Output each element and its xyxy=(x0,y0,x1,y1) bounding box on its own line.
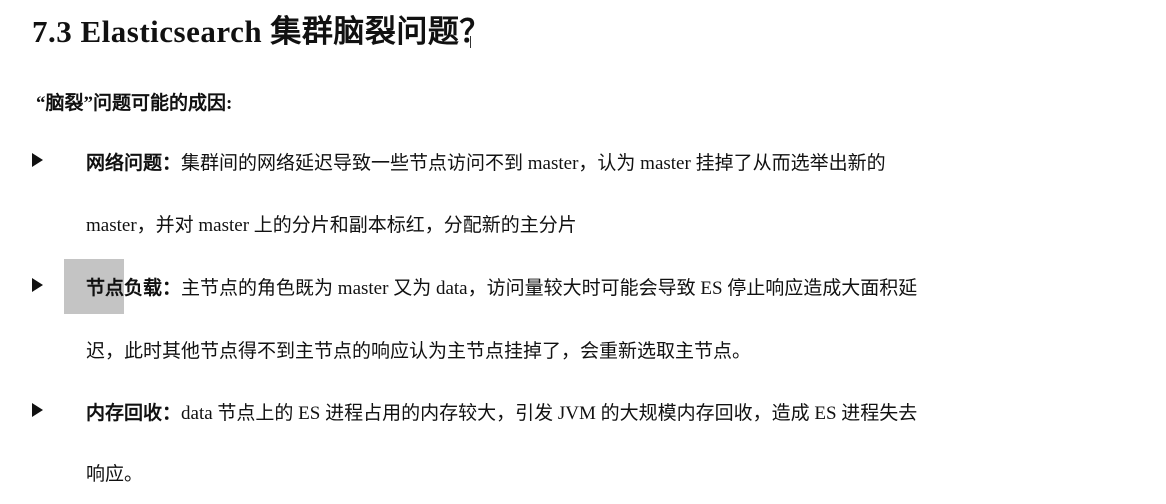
term-separator: ： xyxy=(162,278,182,299)
document-page: 7.3 Elasticsearch 集群脑裂问题？ “脑裂”问题可能的成因: 网… xyxy=(0,0,1166,504)
list-item-text: 集群间的网络延迟导致一些节点访问不到 master，认为 master 挂掉了从… xyxy=(181,153,886,174)
text-cursor-icon xyxy=(470,36,473,48)
list-item-3-line-1: 内存回收：data 节点上的 ES 进程占用的内存较大，引发 JVM 的大规模内… xyxy=(86,398,917,425)
subheading: “脑裂”问题可能的成因: xyxy=(36,93,233,114)
term-separator: ： xyxy=(162,153,182,174)
highlighted-term: 节点 xyxy=(64,259,125,314)
list-item-2-line-1: 节点负载：主节点的角色既为 master 又为 data，访问量较大时可能会导致… xyxy=(64,259,918,314)
list-item-term: 网络问题 xyxy=(86,153,163,174)
list-item-3-line-2: 响应。 xyxy=(86,464,144,485)
list-item-1-line-1: 网络问题：集群间的网络延迟导致一些节点访问不到 master，认为 master… xyxy=(86,148,886,175)
list-item-2-line-2: 迟，此时其他节点得不到主节点的响应认为主节点挂掉了，会重新选取主节点。 xyxy=(86,341,752,362)
bullet-arrow-icon xyxy=(32,151,43,172)
bullet-arrow-icon xyxy=(32,276,43,297)
list-item-text: data 节点上的 ES 进程占用的内存较大，引发 JVM 的大规模内存回收，造… xyxy=(181,403,918,424)
term-separator: ： xyxy=(162,403,182,424)
list-item-1-line-2: master，并对 master 上的分片和副本标红，分配新的主分片 xyxy=(86,215,577,236)
list-item-text: 主节点的角色既为 master 又为 data，访问量较大时可能会导致 ES 停… xyxy=(181,278,918,299)
list-item-term: 内存回收 xyxy=(86,403,163,424)
section-title: 7.3 Elasticsearch 集群脑裂问题？ xyxy=(32,14,491,49)
list-item-term: 负载 xyxy=(124,278,163,299)
bullet-arrow-icon xyxy=(32,401,43,422)
